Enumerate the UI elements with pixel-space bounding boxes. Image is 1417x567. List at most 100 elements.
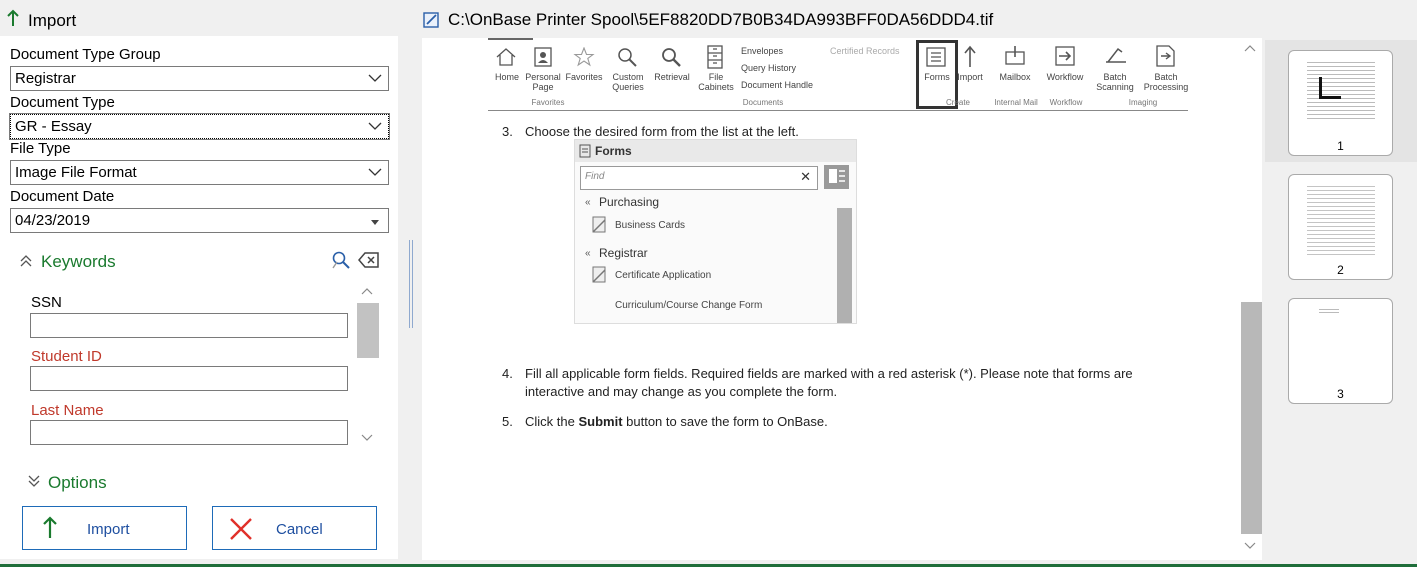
close-icon	[230, 518, 252, 540]
document-viewer[interactable]: Envelopes Query History Document Handle …	[422, 38, 1262, 560]
step-5-text: Click the Submit button to save the form…	[525, 414, 828, 429]
doc-date-label: Document Date	[10, 188, 115, 205]
step-3-text: Choose the desired form from the list at…	[525, 124, 799, 139]
forms-panel-icon	[579, 144, 591, 158]
import-arrow-icon	[7, 9, 19, 26]
step-5-number: 5.	[502, 414, 513, 429]
keywords-scrollbar-thumb[interactable]	[357, 303, 379, 358]
file-type-value: Image File Format	[15, 164, 137, 181]
ribbon-active-indicator	[488, 38, 533, 40]
ribbon-group-documents: Documents	[742, 98, 784, 107]
doc-type-group-value: Registrar	[15, 70, 76, 87]
forms-group-purchasing: Purchasing	[599, 195, 660, 209]
options-section-header[interactable]: Options	[28, 472, 228, 494]
viewer-scrollbar-thumb[interactable]	[1241, 302, 1262, 534]
certified-records-link: Certified Records	[830, 46, 900, 56]
import-button[interactable]: Import	[22, 506, 187, 550]
doc-type-value: GR - Essay	[15, 118, 92, 135]
cancel-button[interactable]: Cancel	[212, 506, 377, 550]
last-name-input[interactable]	[30, 420, 348, 445]
ribbon-batch-scanning-label: Batch Scanning	[1096, 72, 1134, 92]
step-3-number: 3.	[502, 124, 513, 139]
ribbon-screenshot: Envelopes Query History Document Handle …	[488, 38, 1188, 111]
batch-scanning-icon	[1106, 47, 1126, 63]
ribbon-retrieval-label: Retrieval	[654, 72, 690, 82]
viewer-scroll-up-icon[interactable]	[1244, 44, 1256, 52]
student-id-input[interactable]	[30, 366, 348, 391]
ribbon-batch-processing-label: Batch Processing	[1143, 72, 1189, 92]
scroll-down-icon[interactable]	[361, 434, 373, 442]
doc-type-group-select[interactable]: Registrar	[10, 66, 389, 91]
double-chevron-down-icon	[28, 475, 40, 487]
page-thumbnail-3[interactable]: 3	[1288, 298, 1393, 404]
forms-find-box: Find ✕	[580, 166, 818, 190]
panel-title: Import	[28, 11, 77, 30]
step-5-post: button to save the form to OnBase.	[622, 414, 828, 429]
options-title: Options	[48, 473, 107, 492]
step-4-line-1: Fill all applicable form fields. Require…	[525, 366, 1133, 381]
doc-type-label: Document Type	[10, 94, 115, 111]
chevron-down-icon	[368, 122, 382, 130]
forms-find-placeholder: Find	[585, 171, 605, 182]
last-name-label: Last Name	[31, 402, 104, 419]
ribbon-import-icon	[964, 45, 976, 67]
doc-type-group-label: Document Type Group	[10, 46, 161, 63]
forms-view-toggle-icon	[824, 165, 849, 189]
favorites-star-icon	[573, 47, 595, 67]
forms-group-registrar: Registrar	[599, 246, 648, 260]
forms-panel-title: Forms	[595, 144, 632, 158]
ribbon-home-label: Home	[494, 72, 519, 82]
ribbon-import-label: Import	[957, 72, 983, 82]
import-arrow-icon	[43, 516, 57, 538]
scroll-up-icon[interactable]	[361, 287, 373, 295]
thumbnail-number: 1	[1337, 139, 1344, 153]
step-4-number: 4.	[502, 366, 513, 381]
doc-date-value: 04/23/2019	[15, 212, 91, 229]
student-id-label: Student ID	[31, 348, 102, 365]
panel-splitter[interactable]	[409, 240, 410, 328]
page-thumbnail-2[interactable]: 2	[1288, 174, 1393, 280]
step-5-submit-bold: Submit	[578, 414, 623, 429]
registrar-collapse-icon: «	[585, 248, 591, 259]
form-document-icon	[592, 266, 606, 283]
ribbon-forms-label: Forms	[924, 72, 950, 82]
workflow-icon	[1055, 46, 1075, 66]
ribbon-favorites-label: Favorites	[565, 72, 603, 82]
form-business-cards: Business Cards	[615, 220, 686, 231]
step-4-line-2: interactive and may change as you comple…	[525, 384, 838, 399]
query-history-link: Query History	[741, 63, 797, 73]
keyword-search-icon[interactable]	[331, 250, 351, 270]
document-path-title: C:\OnBase Printer Spool\5EF8820DD7B0B34D…	[448, 10, 994, 29]
chevron-down-icon	[368, 168, 382, 176]
file-cabinet-icon	[707, 45, 723, 69]
ribbon-group-create: Create	[945, 98, 970, 107]
doc-date-picker[interactable]: 04/23/2019	[10, 208, 389, 233]
personal-page-icon	[534, 47, 552, 67]
cancel-button-label: Cancel	[276, 521, 323, 538]
ribbon-workflow-label: Workflow	[1046, 72, 1084, 82]
ribbon-group-internal-mail: Internal Mail	[994, 98, 1038, 107]
document-edit-icon	[423, 12, 439, 28]
thumbnail-highlight-mark	[1319, 96, 1341, 99]
form-document-icon	[592, 216, 606, 233]
page-thumbnail-1[interactable]: 1	[1288, 50, 1393, 156]
ribbon-custom-queries-label: Custom Queries	[612, 72, 644, 92]
import-form-panel: Document Type Group Registrar Document T…	[0, 36, 398, 559]
forms-find-clear-icon: ✕	[800, 169, 811, 184]
chevron-down-icon	[368, 74, 382, 82]
thumbnail-preview	[1307, 59, 1375, 121]
file-type-select[interactable]: Image File Format	[10, 160, 389, 185]
step-5-pre: Click the	[525, 414, 579, 429]
mailbox-icon	[1005, 46, 1025, 65]
batch-processing-icon	[1156, 45, 1175, 67]
viewer-scroll-down-icon[interactable]	[1244, 542, 1256, 550]
retrieval-search-icon	[662, 48, 681, 67]
ribbon-group-workflow: Workflow	[1049, 98, 1083, 107]
ribbon-mailbox-label: Mailbox	[999, 72, 1031, 82]
thumbnail-preview	[1307, 183, 1375, 257]
purchasing-collapse-icon: «	[585, 197, 591, 208]
doc-type-select[interactable]: GR - Essay	[9, 113, 390, 140]
clear-keywords-icon[interactable]	[358, 251, 380, 269]
ssn-input[interactable]	[30, 313, 348, 338]
thumbnail-number: 3	[1337, 387, 1344, 401]
